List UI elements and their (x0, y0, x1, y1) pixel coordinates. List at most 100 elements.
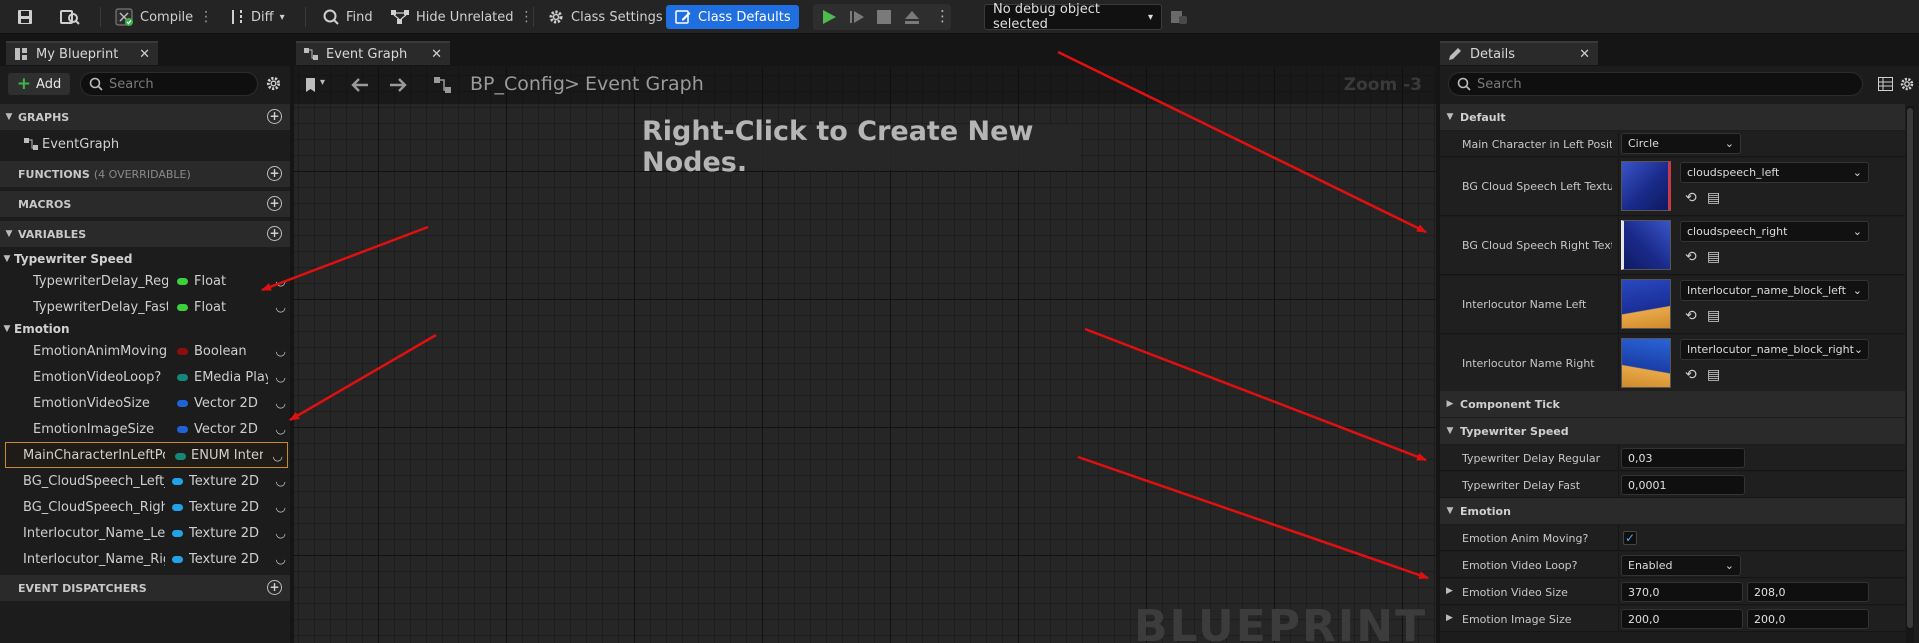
use-selected-icon[interactable]: ⟲ (1685, 308, 1697, 324)
table-view-icon[interactable] (1878, 77, 1893, 91)
diff-button[interactable]: Diff ▾ (225, 5, 289, 29)
close-icon[interactable]: ✕ (139, 47, 150, 62)
variable-row[interactable]: EmotionAnimMoving? Boolean ◡ (0, 338, 290, 364)
eye-closed-icon[interactable]: ◡ (276, 344, 286, 358)
tab-details[interactable]: Details ✕ (1440, 41, 1598, 65)
add-macro-icon[interactable]: + (267, 196, 282, 211)
gear-icon[interactable] (265, 75, 282, 92)
play-options-icon[interactable]: ⋮ (935, 7, 950, 25)
forward-arrow-icon[interactable] (388, 76, 408, 94)
texture-thumbnail[interactable] (1621, 161, 1671, 211)
close-icon[interactable]: ✕ (431, 47, 442, 62)
variable-row[interactable]: EmotionVideoLoop? EMedia Playback ◡ (0, 364, 290, 390)
hide-unrelated-button[interactable]: Hide Unrelated ⋮ (386, 5, 538, 29)
eye-closed-icon[interactable]: ◡ (276, 274, 286, 288)
add-graph-icon[interactable]: + (267, 109, 282, 124)
use-selected-icon[interactable]: ⟲ (1685, 367, 1697, 383)
gear-icon[interactable] (1899, 76, 1915, 92)
variable-row-selected[interactable]: MainCharacterInLeftPosition ENUM Interlo… (5, 442, 288, 468)
close-icon[interactable]: ✕ (1579, 47, 1590, 62)
video-size-x-input[interactable]: 370,0 (1621, 582, 1743, 602)
add-function-icon[interactable]: + (267, 166, 282, 181)
variable-row[interactable]: EmotionImageSize Vector 2D ◡ (0, 416, 290, 442)
texture-dropdown[interactable]: Interlocutor_name_block_right ⌄ (1680, 339, 1869, 360)
variable-row[interactable]: BG_CloudSpeech_Left_Texture Texture 2D ◡ (0, 468, 290, 494)
browse-button[interactable] (56, 5, 84, 29)
variable-row[interactable]: Interlocutor_Name_Left Texture 2D ◡ (0, 520, 290, 546)
variable-row[interactable]: BG_CloudSpeech_Right_Texture Texture 2D … (0, 494, 290, 520)
variable-row[interactable]: TypewriterDelay_Fast Float ◡ (0, 294, 290, 320)
play-icon[interactable] (821, 9, 837, 25)
breadcrumb-root[interactable]: BP_Config (470, 73, 565, 95)
anim-moving-checkbox[interactable]: ✓ (1623, 531, 1637, 545)
eye-closed-icon[interactable]: ◡ (276, 552, 286, 566)
details-search-input[interactable]: Search (1448, 72, 1863, 96)
delay-regular-input[interactable]: 0,03 (1621, 448, 1745, 468)
section-graphs[interactable]: ▼ GRAPHS + (0, 104, 290, 130)
class-defaults-button[interactable]: Class Defaults (666, 5, 799, 29)
debug-object-dropdown[interactable]: No debug object selected ▾ (984, 2, 1162, 32)
compile-button[interactable]: Compile ⋮ (110, 5, 217, 29)
section-typewriter-speed[interactable]: ▼ Typewriter Speed (1440, 418, 1905, 444)
main-character-dropdown[interactable]: Circle ⌄ (1621, 133, 1741, 154)
section-component-tick[interactable]: ▶ Component Tick (1440, 391, 1905, 417)
texture-thumbnail[interactable] (1621, 338, 1671, 388)
use-selected-icon[interactable]: ⟲ (1685, 190, 1697, 206)
stop-icon[interactable] (877, 10, 891, 24)
step-icon[interactable] (849, 9, 865, 25)
eye-closed-icon[interactable]: ◡ (276, 500, 286, 514)
hide-unrelated-options-icon[interactable]: ⋮ (520, 9, 534, 25)
compile-options-icon[interactable]: ⋮ (199, 9, 213, 25)
class-settings-button[interactable]: Class Settings (543, 5, 667, 29)
eye-closed-icon[interactable]: ◡ (276, 370, 286, 384)
graph-canvas[interactable]: ▾ BP_Config > Event Graph Zoom -3 Right-… (294, 66, 1436, 643)
section-emotion[interactable]: ▼ Emotion (1440, 498, 1905, 524)
use-selected-icon[interactable]: ⟲ (1685, 249, 1697, 265)
find-button[interactable]: Find (318, 5, 377, 29)
section-variables[interactable]: ▼ VARIABLES + (0, 221, 290, 247)
eject-icon[interactable] (904, 9, 920, 25)
bookmark-icon[interactable] (304, 77, 318, 93)
eye-closed-icon[interactable]: ◡ (273, 449, 283, 463)
eye-closed-icon[interactable]: ◡ (276, 300, 286, 314)
add-variable-icon[interactable]: + (267, 226, 282, 241)
texture-thumbnail[interactable] (1621, 279, 1671, 329)
video-size-y-input[interactable]: 208,0 (1747, 582, 1869, 602)
tab-my-blueprint[interactable]: My Blueprint ✕ (6, 41, 158, 65)
image-size-y-input[interactable]: 200,0 (1747, 609, 1869, 629)
image-size-x-input[interactable]: 200,0 (1621, 609, 1743, 629)
browse-asset-icon[interactable]: ▤ (1707, 367, 1720, 383)
eye-closed-icon[interactable]: ◡ (276, 526, 286, 540)
chevron-down-icon[interactable]: ▾ (320, 77, 325, 88)
eye-closed-icon[interactable]: ◡ (276, 474, 286, 488)
texture-dropdown[interactable]: cloudspeech_left ⌄ (1680, 162, 1869, 183)
list-item-eventgraph[interactable]: EventGraph (0, 131, 290, 157)
eye-closed-icon[interactable]: ◡ (276, 422, 286, 436)
browse-asset-icon[interactable]: ▤ (1707, 190, 1720, 206)
back-arrow-icon[interactable] (350, 76, 370, 94)
debug-browse-icon[interactable] (1170, 8, 1188, 26)
variable-row[interactable]: EmotionVideoSize Vector 2D ◡ (0, 390, 290, 416)
blueprint-search-input[interactable]: Search (80, 72, 258, 96)
texture-dropdown[interactable]: cloudspeech_right ⌄ (1680, 221, 1869, 242)
scrollbar-thumb[interactable] (1907, 108, 1913, 628)
delay-fast-input[interactable]: 0,0001 (1621, 475, 1745, 495)
add-dispatcher-icon[interactable]: + (267, 580, 282, 595)
save-button[interactable] (12, 5, 38, 29)
texture-thumbnail[interactable] (1621, 220, 1671, 270)
section-event-dispatchers[interactable]: EVENT DISPATCHERS + (0, 575, 290, 601)
expand-arrow-icon[interactable]: ▶ (1446, 586, 1453, 596)
variable-row[interactable]: TypewriterDelay_Regular Float ◡ (0, 268, 290, 294)
category-typewriter-speed[interactable]: ▼ Typewriter Speed (0, 250, 290, 268)
expand-arrow-icon[interactable]: ▶ (1446, 613, 1453, 623)
browse-asset-icon[interactable]: ▤ (1707, 308, 1720, 324)
variable-row[interactable]: Interlocutor_Name_Right Texture 2D ◡ (0, 546, 290, 572)
section-macros[interactable]: MACROS + (0, 191, 290, 217)
category-emotion[interactable]: ▼ Emotion (0, 320, 290, 338)
section-functions[interactable]: FUNCTIONS (4 OVERRIDABLE) + (0, 161, 290, 187)
texture-dropdown[interactable]: Interlocutor_name_block_left ⌄ (1680, 280, 1869, 301)
tab-event-graph[interactable]: Event Graph ✕ (296, 41, 450, 65)
add-button[interactable]: + Add (8, 73, 70, 95)
eye-closed-icon[interactable]: ◡ (276, 396, 286, 410)
video-loop-dropdown[interactable]: Enabled ⌄ (1621, 555, 1741, 576)
